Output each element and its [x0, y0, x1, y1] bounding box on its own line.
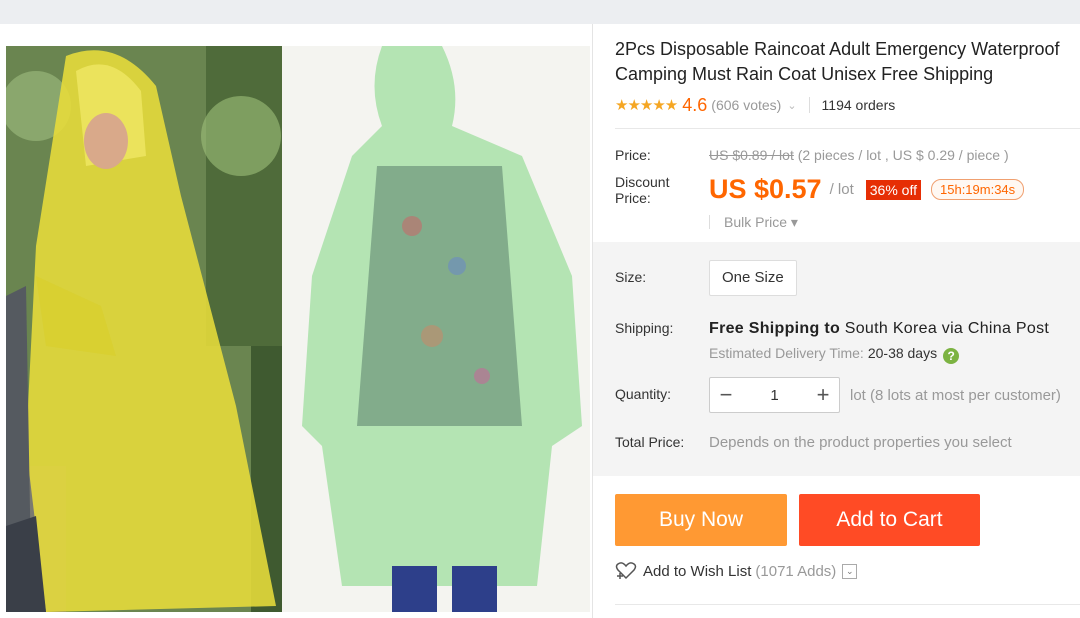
quantity-label: Quantity:	[615, 386, 672, 402]
estimated-delivery-days: 20-38 days	[867, 345, 938, 361]
price-unit: / lot	[829, 181, 854, 198]
heart-icon	[615, 562, 637, 580]
size-option-one-size[interactable]: One Size	[709, 260, 797, 296]
discount-badge: 36% off	[865, 179, 921, 200]
add-to-cart-button[interactable]: Add to Cart	[799, 494, 980, 546]
quantity-input[interactable]: 1	[742, 387, 807, 404]
product-image-gallery[interactable]	[6, 46, 590, 612]
quantity-limit-note: lot (8 lots at most per customer)	[850, 387, 1061, 404]
estimated-delivery-label: Estimated Delivery Time:	[709, 345, 864, 361]
help-icon[interactable]: ?	[943, 348, 960, 364]
buy-now-button[interactable]: Buy Now	[615, 494, 787, 546]
estimated-delivery: Estimated Delivery Time: 20-38 days?	[709, 345, 960, 364]
product-info-panel: 2Pcs Disposable Raincoat Adult Emergency…	[593, 24, 1080, 618]
original-price-strikethrough: US $0.89 / lot	[709, 147, 794, 163]
discount-price: US $0.57 / lot 36% off 15h:19m:34s	[709, 174, 1025, 205]
add-to-wishlist[interactable]: Add to Wish List (1071 Adds) ⌄	[615, 562, 858, 580]
discount-price-amount: US $0.57	[709, 174, 822, 204]
total-price-note: Depends on the product properties you se…	[709, 434, 1012, 451]
shipping-info[interactable]: Free Shipping to South Korea via China P…	[709, 320, 1049, 338]
product-title-line-1: 2Pcs Disposable Raincoat Adult Emergency…	[615, 39, 1060, 59]
green-raincoat-illustration	[282, 46, 590, 612]
vote-count[interactable]: (606 votes)	[711, 97, 781, 113]
product-photo-yellow-raincoat[interactable]	[6, 46, 282, 612]
free-shipping-text: Free Shipping to	[709, 320, 845, 337]
divider	[615, 604, 1080, 605]
bulk-price-dropdown[interactable]: Bulk Price ▾	[709, 214, 798, 231]
star-rating-icon: ★★★★★	[615, 97, 678, 114]
bulk-separator	[709, 215, 710, 229]
shipping-destination[interactable]: South Korea via China Post	[845, 320, 1049, 337]
product-photo-green-raincoat[interactable]	[282, 46, 590, 612]
original-price: US $0.89 / lot (2 pieces / lot , US $ 0.…	[709, 147, 1009, 163]
price-label: Price:	[615, 147, 651, 163]
rating-score: 4.6	[682, 94, 708, 115]
countdown-timer: 15h:19m:34s	[931, 179, 1025, 200]
order-count: 1194 orders	[821, 97, 896, 113]
plus-icon[interactable]: +	[807, 382, 839, 408]
wishlist-count: (1071 Adds)	[755, 562, 837, 580]
minus-icon[interactable]: −	[710, 382, 742, 408]
discount-label-line-2: Price:	[615, 190, 651, 206]
yellow-raincoat-illustration	[6, 46, 282, 612]
chevron-down-icon[interactable]: ⌄	[787, 99, 796, 112]
shipping-label: Shipping:	[615, 320, 674, 336]
discount-price-label: Discount Price:	[615, 174, 669, 206]
size-label: Size:	[615, 269, 647, 285]
product-title-line-2: Camping Must Rain Coat Unisex Free Shipp…	[615, 64, 994, 84]
divider	[615, 128, 1080, 129]
bulk-price-label: Bulk Price ▾	[724, 214, 798, 230]
rating-row: ★★★★★ 4.6 (606 votes) ⌄ 1194 orders	[615, 94, 895, 116]
total-price-label: Total Price:	[615, 434, 685, 450]
wishlist-label: Add to Wish List	[643, 562, 752, 580]
product-page: 2Pcs Disposable Raincoat Adult Emergency…	[0, 24, 1080, 618]
quantity-stepper[interactable]: − 1 +	[709, 377, 840, 413]
product-title[interactable]: 2Pcs Disposable Raincoat Adult Emergency…	[615, 37, 1080, 87]
original-price-detail: (2 pieces / lot , US $ 0.29 / piece )	[793, 147, 1009, 163]
discount-label-line-1: Discount	[615, 174, 670, 190]
rating-separator	[808, 97, 810, 113]
dropdown-icon[interactable]: ⌄	[842, 563, 858, 579]
